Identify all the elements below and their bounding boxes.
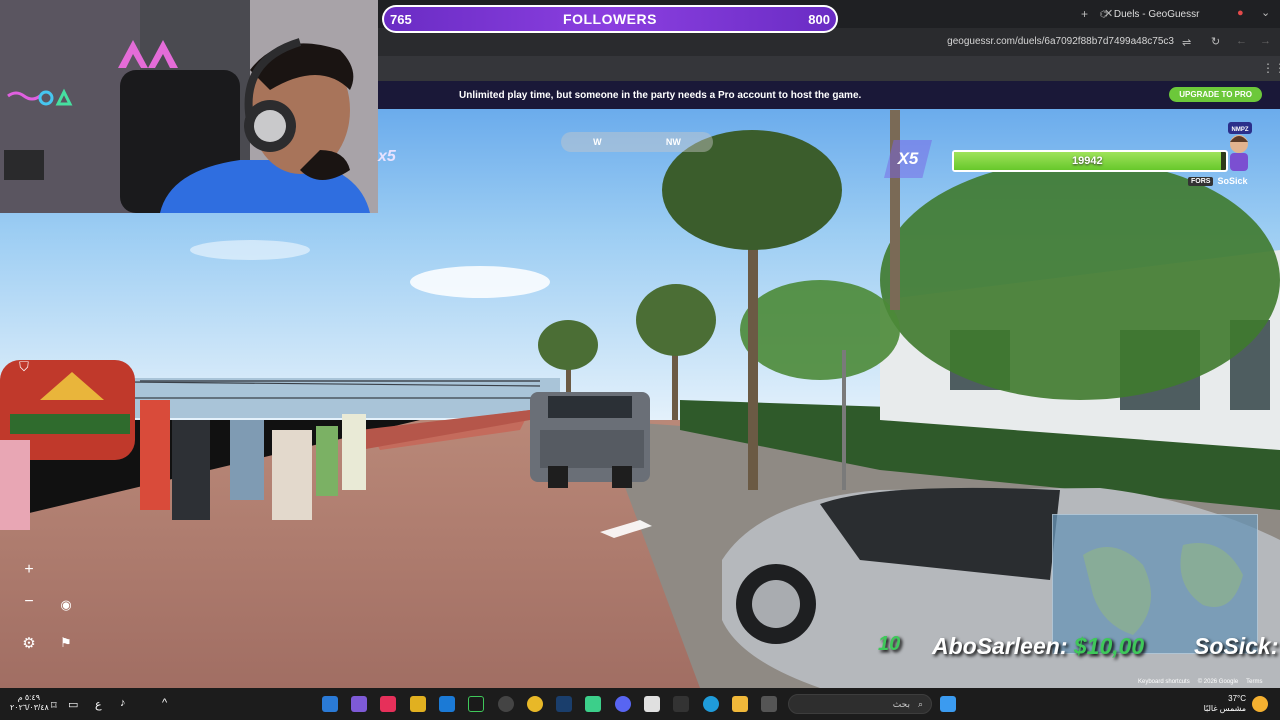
avatar-tag: NMPZ xyxy=(1232,127,1249,133)
promo-message: Unlimited play time, but someone in the … xyxy=(459,89,862,101)
settings-gear-icon[interactable]: ⚙ xyxy=(16,630,42,656)
search-placeholder: بحث xyxy=(892,698,910,709)
followers-current: 765 xyxy=(390,11,412,27)
overlay-score-left: $10,00 xyxy=(1073,633,1145,659)
tab-dropdown-icon[interactable]: ⌄ xyxy=(1261,6,1270,19)
edge-icon[interactable] xyxy=(703,696,719,712)
app-icon-gray[interactable] xyxy=(761,696,777,712)
zoom-in-button[interactable]: + xyxy=(16,557,42,583)
windows-taskbar xyxy=(0,688,1280,720)
overlay-name-right: SoSick: xyxy=(1194,633,1279,659)
browser-toolbar xyxy=(378,56,1280,81)
return-to-start-icon[interactable]: ◉ xyxy=(53,592,79,618)
apps-grid-icon[interactable]: ⋮⋮ xyxy=(1262,61,1280,75)
player-avatar: NMPZ xyxy=(1222,120,1256,176)
weather-widget[interactable]: 37°C مشمس غالبًا xyxy=(1190,694,1246,714)
tab-geoguessr[interactable]: ⌬ Duels - GeoGuessr xyxy=(1100,4,1260,24)
followers-goal: 800 xyxy=(808,11,830,27)
multiplier-left: x5 xyxy=(378,148,396,165)
checkpoint-flag-icon[interactable]: ⚑ xyxy=(53,630,79,656)
compass-west: W xyxy=(593,137,602,147)
clock-date: ٢٠٢٦/٠٣/٤٨ xyxy=(10,703,49,712)
weather-temp: 37°C xyxy=(1228,694,1246,703)
followers-goal-bar: 765 FOLLOWERS 800 xyxy=(382,5,838,33)
webcam-feed xyxy=(0,0,378,213)
overlay-name-left: AboSarleen: xyxy=(932,633,1068,659)
clock-time: ٥:٤٩ م xyxy=(17,693,40,702)
report-flag-icon[interactable]: ⛉ xyxy=(11,354,37,380)
discord-icon[interactable] xyxy=(615,696,631,712)
app-icon-a[interactable] xyxy=(351,696,367,712)
compass-northwest: NW xyxy=(665,137,681,147)
keyboard-shortcuts-link[interactable]: Keyboard shortcuts xyxy=(1138,679,1190,685)
store-icon[interactable] xyxy=(644,696,660,712)
player-tag: FORS SoSick xyxy=(1188,176,1247,186)
upgrade-to-pro-button[interactable]: UPGRADE TO PRO xyxy=(1169,87,1262,102)
app-icon-nvidia[interactable] xyxy=(468,696,484,712)
chrome-icon[interactable] xyxy=(527,696,543,712)
webcam-overlay xyxy=(0,0,378,213)
health-value: 19942 xyxy=(1071,155,1103,167)
overlay-player-left: AboSarleen: $10,00 xyxy=(932,633,1144,660)
search-icon: ⌕ xyxy=(917,698,923,709)
location-pin-icon[interactable]: ● xyxy=(1237,7,1244,19)
notification-icon[interactable]: ⌑ xyxy=(51,699,57,712)
tiktok-icon[interactable] xyxy=(380,696,396,712)
clock[interactable]: ٥:٤٩ م ٢٠٢٦/٠٣/٤٨ xyxy=(10,693,49,713)
geoguessr-favicon-icon: ⌬ xyxy=(1100,8,1108,19)
sun-weather-icon xyxy=(1252,696,1268,712)
zoom-out-button[interactable]: − xyxy=(16,589,42,615)
epic-games-icon[interactable] xyxy=(673,696,689,712)
obs-icon[interactable] xyxy=(498,696,514,712)
player-health-bar: 19942 xyxy=(952,150,1228,172)
microphone-icon[interactable]: ♪ xyxy=(120,697,126,709)
address-url[interactable]: geoguessr.com/duels/6a7092f88b7d7499a48c… xyxy=(947,36,1174,47)
tray-expand-icon[interactable]: ^ xyxy=(162,697,167,709)
back-arrow-icon[interactable]: ← xyxy=(1236,35,1247,47)
language-indicator[interactable]: ع xyxy=(95,698,102,711)
player-badge: FORS xyxy=(1188,176,1214,186)
tune-icon[interactable]: ⇌ xyxy=(1182,36,1191,49)
pro-promo-banner: Unlimited play time, but someone in the … xyxy=(378,81,1280,109)
followers-label: FOLLOWERS xyxy=(563,11,657,27)
taskbar-search[interactable]: بحث ⌕ xyxy=(788,694,932,714)
map-copyright: © 2026 Google xyxy=(1197,679,1239,685)
map-attribution: Keyboard shortcuts © 2026 Google Terms xyxy=(1138,679,1263,685)
health-fill: 19942 xyxy=(954,152,1221,170)
windows-start-icon[interactable] xyxy=(940,696,956,712)
file-explorer-icon[interactable] xyxy=(732,696,748,712)
reload-icon[interactable]: ↻ xyxy=(1211,35,1220,48)
network-icon[interactable]: ▭ xyxy=(68,698,78,711)
forward-arrow-icon[interactable]: → xyxy=(1260,35,1271,47)
tab-title: Duels - GeoGuessr xyxy=(1113,8,1200,20)
app-icon-green[interactable] xyxy=(585,696,601,712)
left-score-fragment: 10 xyxy=(878,633,901,655)
app-icon-r[interactable] xyxy=(410,696,426,712)
compass-strip: W NW xyxy=(561,132,713,152)
player-name: SoSick xyxy=(1217,176,1248,186)
steam-icon[interactable] xyxy=(556,696,572,712)
outlook-icon[interactable] xyxy=(439,696,455,712)
weather-desc: مشمس غالبًا xyxy=(1203,704,1246,713)
terms-link[interactable]: Terms xyxy=(1246,679,1262,685)
new-tab-button[interactable]: + xyxy=(1081,7,1088,21)
vscode-icon[interactable] xyxy=(322,696,338,712)
